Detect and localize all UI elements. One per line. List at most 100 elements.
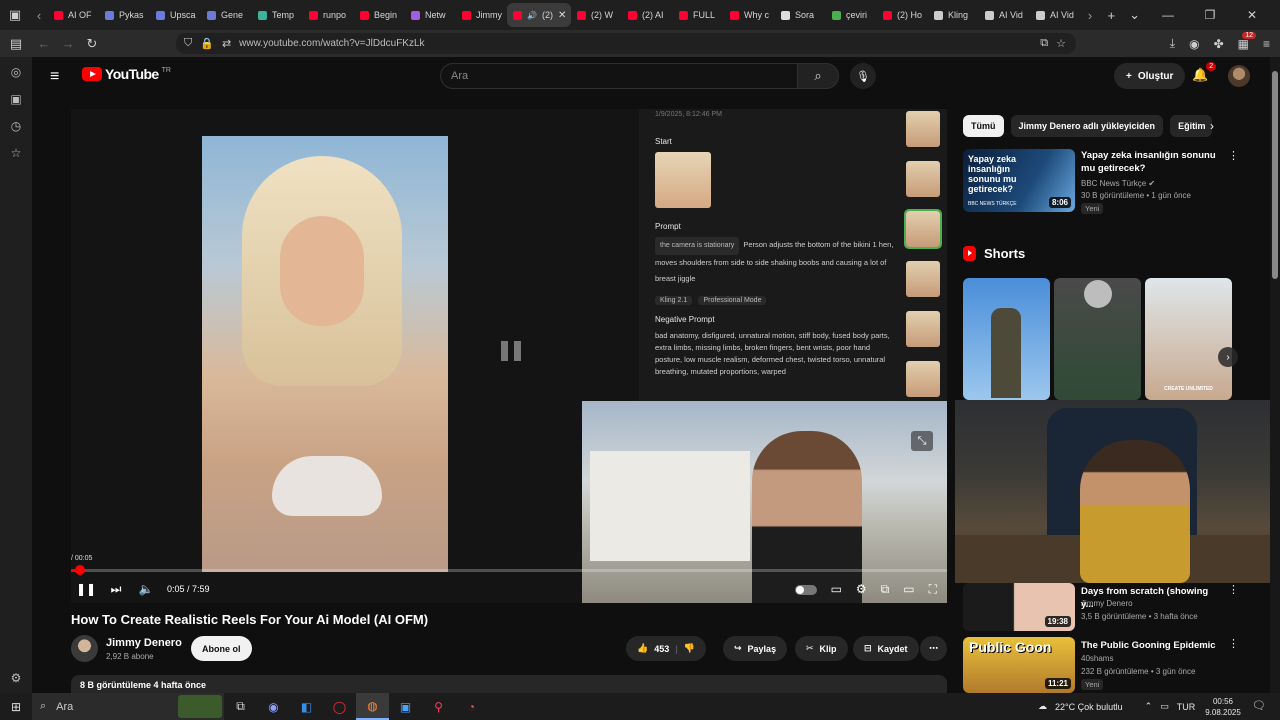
next-button[interactable]: ⏭ (101, 582, 131, 597)
notifications-button[interactable]: 🔔 2 (1192, 62, 1217, 83)
short-item[interactable] (1054, 278, 1141, 400)
youtube-logo[interactable]: YouTube TR (82, 66, 171, 82)
recommendation-menu-icon[interactable]: ⋮ (1228, 637, 1239, 650)
browser-tab[interactable]: AI OF (48, 3, 99, 27)
sidebar-bookmarks-icon[interactable]: ▣ (10, 92, 21, 106)
browser-tab-active[interactable]: 🔊 (2) ✕ (507, 3, 571, 27)
shorts-next-icon[interactable]: › (1218, 347, 1238, 367)
search-input[interactable]: Ara (440, 63, 828, 89)
miniplayer-icon[interactable]: ⧉ (881, 582, 890, 597)
weather-text[interactable]: 22°C Çok bulutlu (1055, 702, 1123, 712)
subtitles-icon[interactable]: ▭ (831, 582, 842, 597)
browser-tab[interactable]: Gene (201, 3, 252, 27)
url-field[interactable]: ⛉ 🔒 ⇄ www.youtube.com/watch?v=JlDdcuFKzL… (176, 33, 1076, 54)
browser-tab[interactable]: Pykas (99, 3, 150, 27)
browser-tab[interactable]: (2) W (571, 3, 622, 27)
clock[interactable]: 00:56 9.08.2025 (1203, 696, 1243, 718)
minimize-icon[interactable]: — (1154, 8, 1182, 22)
chip-all[interactable]: Tümü (963, 115, 1004, 137)
subscribe-button[interactable]: Abone ol (191, 636, 252, 661)
sidebar-favorites-icon[interactable]: ☆ (11, 146, 22, 160)
sidebar-history-icon[interactable]: ◷ (11, 119, 21, 133)
start-windows-icon[interactable]: ⊞ (0, 700, 32, 714)
page-scrollbar[interactable] (1270, 57, 1280, 693)
tab-list-dropdown-icon[interactable]: ⌄ (1129, 7, 1140, 23)
tab-close-icon[interactable]: ✕ (558, 10, 566, 21)
theater-mode-icon[interactable]: ▭ (903, 582, 914, 597)
tray-expand-icon[interactable]: ⌃ (1145, 701, 1153, 712)
recommendation-menu-icon[interactable]: ⋮ (1228, 583, 1239, 596)
browser-tab[interactable]: Netw (405, 3, 456, 27)
taskbar-search[interactable]: ⌕ Ara (32, 693, 224, 720)
outlook-icon[interactable]: ◧ (290, 693, 323, 720)
recommendation-item[interactable]: Public Goon 11:21 The Public Gooning Epi… (963, 637, 1239, 693)
browser-tab[interactable]: çeviri (826, 3, 877, 27)
voice-search-button[interactable]: 🎙 (850, 63, 876, 89)
volume-icon[interactable]: 🔈 (131, 582, 161, 596)
reload-icon[interactable]: ↻ (80, 36, 104, 52)
extensions-icon[interactable]: ✤ (1214, 37, 1224, 51)
browser-tab[interactable]: Upsca (150, 3, 201, 27)
fullscreen-icon[interactable]: ⛶ (929, 582, 937, 597)
browser-tab[interactable]: runpo (303, 3, 354, 27)
like-dislike-button[interactable]: 👍 453 | 👎 (626, 636, 706, 661)
back-icon[interactable]: ← (32, 36, 56, 51)
downloads-icon[interactable]: ⤓ (1170, 36, 1175, 51)
browser-tab[interactable]: FULL (673, 3, 724, 27)
new-tab-icon[interactable]: + (1108, 8, 1116, 23)
browser-menu-icon[interactable]: ≡ (1263, 37, 1270, 51)
progress-bar[interactable]: / 00:05 (71, 555, 947, 575)
language-indicator[interactable]: TUR (1177, 702, 1196, 712)
notification-center-icon[interactable]: 🗨 (1252, 699, 1266, 712)
short-item[interactable] (963, 278, 1050, 400)
browser-tab[interactable]: AI Vid (979, 3, 1030, 27)
sidebar-settings-icon[interactable]: ⚙ (11, 671, 22, 685)
sidebar-ai-icon[interactable]: ◎ (11, 65, 21, 79)
search-button[interactable]: ⌕ (797, 63, 839, 89)
firefox-icon[interactable]: ◍ (356, 693, 389, 720)
chips-next-icon[interactable]: › (1210, 119, 1214, 133)
clip-button[interactable]: ✂ Klip (795, 636, 848, 661)
account-icon[interactable]: ◉ (1189, 37, 1199, 51)
account-avatar[interactable] (1228, 65, 1250, 87)
close-window-icon[interactable]: ✕ (1238, 8, 1266, 22)
extension-badge-icon[interactable]: ▦ 12 (1238, 31, 1256, 51)
browser-tab[interactable]: Jimmy (456, 3, 507, 27)
channel-name[interactable]: Jimmy Denero (106, 637, 182, 649)
restore-icon[interactable]: ❐ (1196, 8, 1224, 22)
network-icon[interactable]: ▭ (1160, 701, 1169, 712)
recommendation-item[interactable]: 19:38 Days from scratch (showing y... Ji… (963, 583, 1239, 633)
discord-icon[interactable]: ◉ (257, 693, 290, 720)
sidebar-toggle-icon[interactable]: ▤ (4, 36, 28, 52)
create-button[interactable]: + Oluştur (1114, 63, 1186, 89)
pip-toggle-icon[interactable]: ⧉ (1040, 37, 1048, 50)
browser-tab[interactable]: Sora (775, 3, 826, 27)
browser-tab[interactable]: Kling (928, 3, 979, 27)
chip-education[interactable]: Eğitim (1170, 115, 1213, 137)
share-button[interactable]: ↪ Paylaş (723, 636, 788, 661)
recommendation-item[interactable]: Yapay zeka insanlığın sonunu mu getirece… (963, 149, 1239, 214)
chip-from-uploader[interactable]: Jimmy Denero adlı yükleyiciden (1010, 115, 1164, 137)
speedtest-icon[interactable]: ◔ (455, 693, 488, 720)
app-window-icon[interactable]: ▣ (389, 693, 422, 720)
channel-avatar[interactable] (71, 635, 98, 662)
browser-tab[interactable]: Begin (354, 3, 405, 27)
menu-icon[interactable]: ≡ (50, 68, 59, 86)
settings-gear-icon[interactable]: ⚙ (856, 582, 867, 597)
pause-button[interactable]: ❚❚ (71, 582, 101, 596)
task-view-icon[interactable]: ⧉ (224, 693, 257, 720)
tab-audio-icon[interactable]: 🔊 (527, 11, 537, 20)
browser-tab[interactable]: Temp (252, 3, 303, 27)
bookmark-star-icon[interactable]: ☆ (1056, 37, 1066, 50)
autoplay-toggle[interactable] (794, 584, 817, 595)
tab-actions-icon[interactable]: ▣ (0, 0, 30, 30)
tabs-scroll-right-icon[interactable]: › (1081, 8, 1099, 23)
permissions-icon[interactable]: ⇄ (222, 37, 231, 50)
browser-tab[interactable]: AI Vid (1030, 3, 1081, 27)
short-item[interactable]: CREATE UNLIMITED (1145, 278, 1232, 400)
weather-icon[interactable]: ☁ (1038, 701, 1047, 712)
save-button[interactable]: ⊟ Kaydet (853, 636, 919, 661)
browser-tab[interactable]: (2) AI (622, 3, 673, 27)
opera-icon[interactable]: ◯ (323, 693, 356, 720)
browser-tab[interactable]: (2) Ho (877, 3, 928, 27)
